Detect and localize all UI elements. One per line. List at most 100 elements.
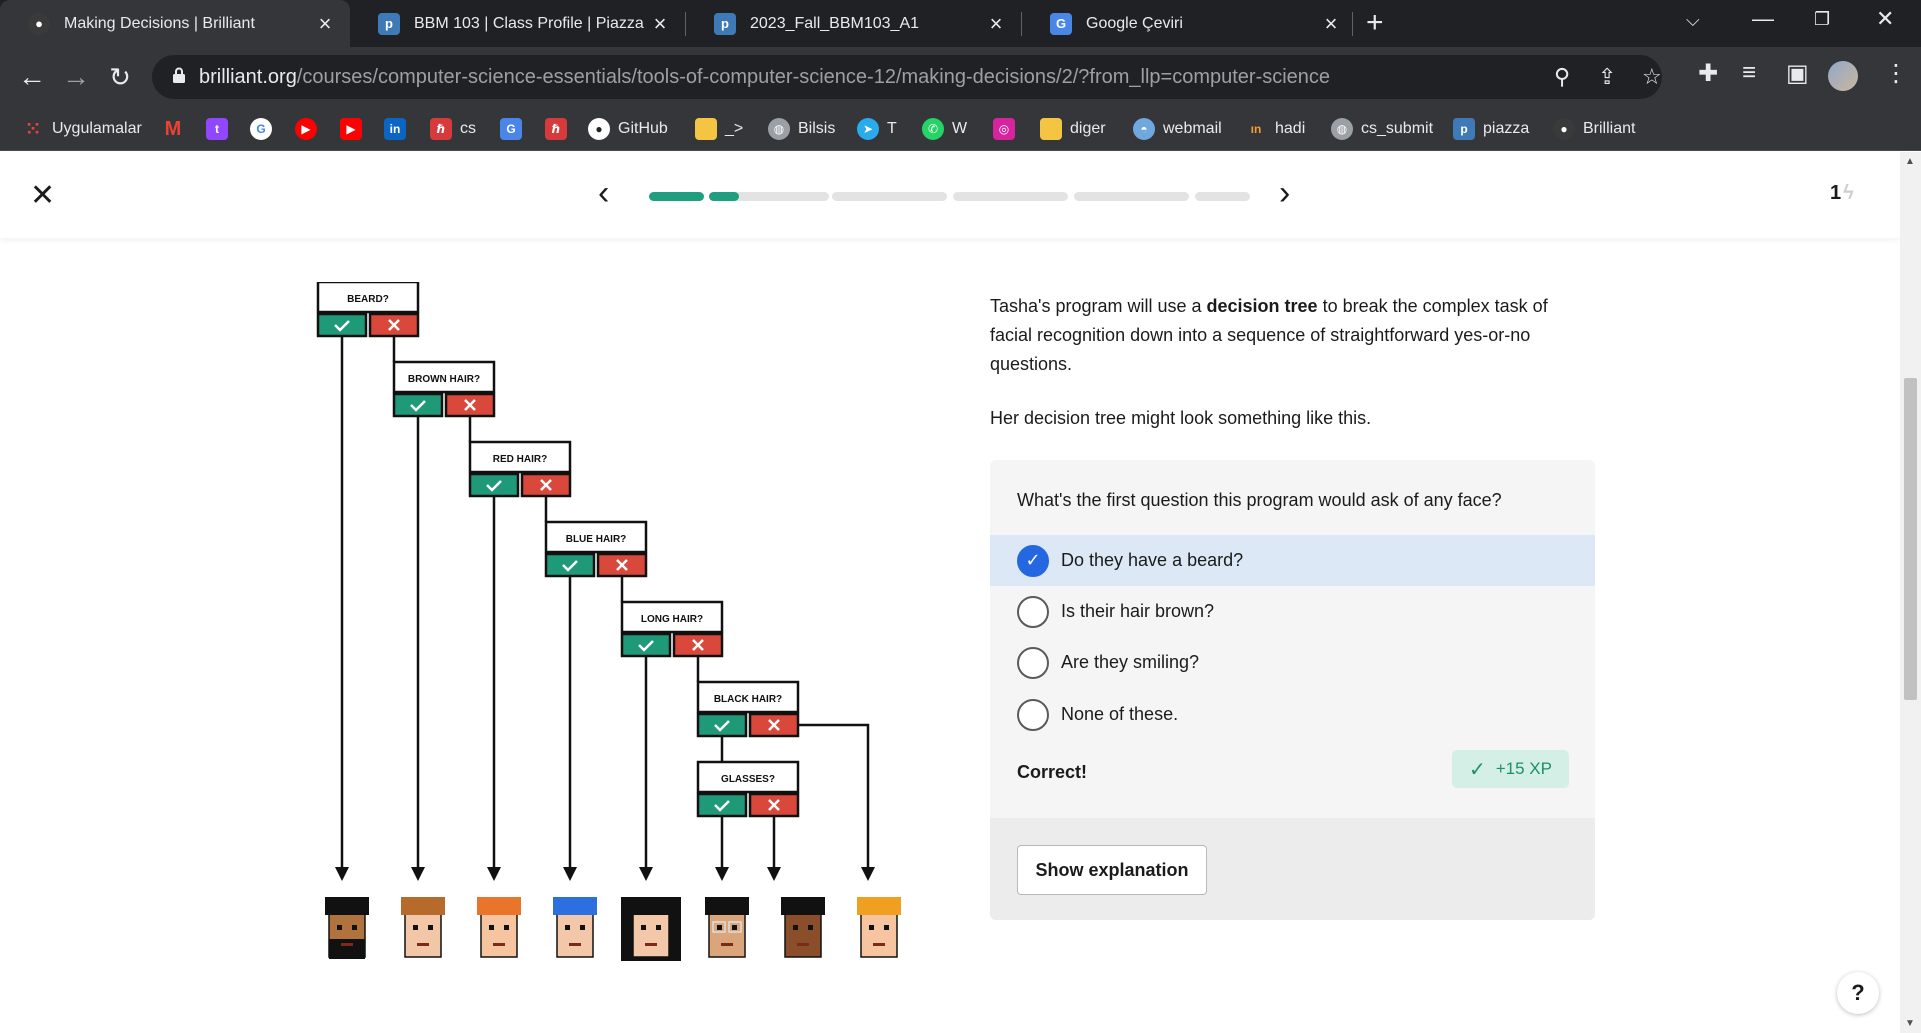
profile-avatar[interactable] bbox=[1828, 61, 1858, 91]
bookmark-whatsapp[interactable]: ✆ W bbox=[922, 117, 967, 141]
show-explanation-button[interactable]: Show explanation bbox=[1017, 845, 1207, 895]
arrow-head bbox=[639, 867, 653, 881]
close-tab-icon[interactable]: × bbox=[1316, 11, 1346, 37]
restore-icon[interactable]: ❐ bbox=[1814, 9, 1830, 30]
bookmark-piazza[interactable]: p piazza bbox=[1453, 117, 1529, 141]
question-label: BLACK HAIR? bbox=[714, 694, 782, 705]
streak-count: 1 bbox=[1830, 182, 1842, 204]
bookmark-label: _> bbox=[725, 120, 744, 137]
bookmark-twitch[interactable]: t bbox=[206, 117, 236, 141]
bookmark-hacettepe[interactable]: ℏ bbox=[545, 117, 575, 141]
progress-segment bbox=[832, 192, 947, 201]
close-tab-icon[interactable]: × bbox=[310, 11, 340, 37]
lesson-text: Tasha's program will use a decision tree… bbox=[990, 292, 1590, 458]
xp-icon: ✓ bbox=[1468, 758, 1486, 781]
back-icon[interactable]: ← bbox=[14, 60, 50, 94]
tab-title: BBM 103 | Class Profile | Piazza bbox=[414, 14, 644, 32]
progress-segment bbox=[709, 192, 829, 201]
yes-box bbox=[392, 392, 444, 418]
telegram-icon: ➤ bbox=[857, 118, 879, 140]
minimize-icon[interactable]: — bbox=[1752, 6, 1774, 32]
face-eye bbox=[413, 925, 418, 930]
close-tab-icon[interactable]: × bbox=[981, 11, 1011, 37]
question-label: LONG HAIR? bbox=[641, 614, 703, 625]
option-label: Are they smiling? bbox=[1061, 652, 1200, 672]
option-brown-hair[interactable]: Is their hair brown? bbox=[990, 586, 1595, 637]
bookmark-folder-prompt[interactable]: _> bbox=[695, 117, 743, 141]
tab-piazza-assignment[interactable]: p 2023_Fall_BBM103_A1 × bbox=[686, 0, 1021, 47]
reload-icon[interactable]: ↻ bbox=[102, 60, 138, 94]
browser-tab-strip: ● Making Decisions | Brilliant × p BBM 1… bbox=[0, 0, 1921, 47]
face-eye bbox=[656, 925, 661, 930]
bookmark-translate[interactable]: G bbox=[500, 117, 530, 141]
face-hair bbox=[857, 897, 901, 915]
bookmark-label: diger bbox=[1070, 120, 1106, 137]
page-scrollbar[interactable]: ▲ ▼ bbox=[1900, 152, 1921, 1033]
bookmark-bilsis[interactable]: ◍ Bilsis bbox=[768, 117, 835, 141]
bookmark-gmail[interactable]: M bbox=[162, 117, 192, 141]
bookmark-webmail[interactable]: ◓ webmail bbox=[1133, 117, 1222, 141]
yes-box bbox=[696, 712, 748, 738]
extensions-icon[interactable]: ✚ bbox=[1698, 59, 1718, 88]
side-panel-icon[interactable]: ▣ bbox=[1786, 59, 1809, 88]
option-beard[interactable]: ✓ Do they have a beard? bbox=[990, 535, 1595, 586]
option-none[interactable]: None of these. bbox=[990, 689, 1595, 740]
bookmark-youtube-music[interactable]: ▶ bbox=[295, 117, 325, 141]
browser-toolbar: ← → ↻ brilliant.org/courses/computer-sci… bbox=[0, 47, 1921, 107]
tab-search-icon[interactable]: ⌵ bbox=[1686, 10, 1700, 31]
new-tab-icon[interactable]: + bbox=[1366, 6, 1384, 40]
yes-box bbox=[316, 312, 368, 338]
bookmark-brilliant[interactable]: ● Brilliant bbox=[1553, 117, 1635, 141]
url-text: brilliant.org/courses/computer-science-e… bbox=[199, 66, 1330, 89]
zoom-icon[interactable]: ⚲ bbox=[1554, 64, 1570, 90]
scroll-up-icon[interactable]: ▲ bbox=[1905, 156, 1915, 167]
scrollbar-thumb[interactable] bbox=[1904, 378, 1917, 700]
tab-google-translate[interactable]: G Google Çeviri × bbox=[1022, 0, 1356, 47]
bookmark-star-icon[interactable]: ☆ bbox=[1642, 64, 1662, 90]
share-icon[interactable]: ⇪ bbox=[1598, 64, 1616, 90]
piazza-icon: p bbox=[1453, 118, 1475, 140]
intro-paragraph: Tasha's program will use a decision tree… bbox=[990, 292, 1590, 379]
help-button[interactable]: ? bbox=[1837, 972, 1879, 1014]
hadi-icon: ın bbox=[1250, 122, 1262, 136]
tab-piazza-class[interactable]: p BBM 103 | Class Profile | Piazza × bbox=[350, 0, 685, 47]
decision-tree-diagram: BEARD? BROWN HAIR? RED HAIR? BLUE HAIR? LONG… bbox=[316, 282, 901, 961]
bookmark-cs-submit[interactable]: ◍ cs_submit bbox=[1331, 117, 1433, 141]
bookmark-youtube[interactable]: ▶ bbox=[340, 117, 370, 141]
bookmark-github[interactable]: ● GitHub bbox=[588, 117, 668, 141]
menu-kebab-icon[interactable]: ⋮ bbox=[1884, 59, 1908, 88]
tab-making-decisions[interactable]: ● Making Decisions | Brilliant × bbox=[0, 0, 350, 47]
bookmark-linkedin[interactable]: in bbox=[384, 117, 414, 141]
close-window-icon[interactable]: ✕ bbox=[1876, 6, 1894, 32]
arrow-head bbox=[767, 867, 781, 881]
face-hair bbox=[705, 897, 749, 915]
tree-edge bbox=[796, 723, 870, 867]
bookmark-apps[interactable]: ⁙ Uygulamalar bbox=[22, 117, 141, 141]
bookmark-hadi[interactable]: ın hadi bbox=[1245, 117, 1306, 141]
close-lesson-icon[interactable]: ✕ bbox=[30, 178, 55, 213]
bookmark-label: Bilsis bbox=[798, 120, 836, 137]
address-bar[interactable]: brilliant.org/courses/computer-science-e… bbox=[152, 55, 1662, 99]
forward-icon[interactable]: → bbox=[58, 60, 94, 94]
google-icon: G bbox=[250, 118, 272, 140]
bookmark-cs[interactable]: ℏ cs bbox=[430, 117, 476, 141]
bookmark-telegram[interactable]: ➤ T bbox=[857, 117, 897, 141]
bookmark-label: hadi bbox=[1275, 120, 1306, 137]
question-label: BROWN HAIR? bbox=[408, 374, 480, 385]
media-control-icon[interactable]: ≡ bbox=[1742, 59, 1756, 87]
next-step-icon[interactable]: › bbox=[1279, 174, 1290, 213]
bookmark-instagram[interactable]: ◎ bbox=[993, 117, 1023, 141]
radio-icon bbox=[1017, 698, 1049, 731]
close-tab-icon[interactable]: × bbox=[645, 11, 675, 37]
yes-box bbox=[620, 632, 672, 658]
face-hair bbox=[553, 897, 597, 915]
piazza-icon: p bbox=[714, 12, 736, 35]
bookmark-folder-diger[interactable]: diger bbox=[1040, 117, 1106, 141]
scroll-down-icon[interactable]: ▼ bbox=[1905, 1018, 1915, 1029]
face-eye bbox=[884, 925, 889, 930]
bookmark-label: piazza bbox=[1483, 120, 1530, 137]
face-eye bbox=[732, 925, 737, 930]
option-smiling[interactable]: Are they smiling? bbox=[990, 637, 1595, 688]
previous-step-icon[interactable]: ‹ bbox=[598, 174, 609, 213]
bookmark-google[interactable]: G bbox=[250, 117, 280, 141]
